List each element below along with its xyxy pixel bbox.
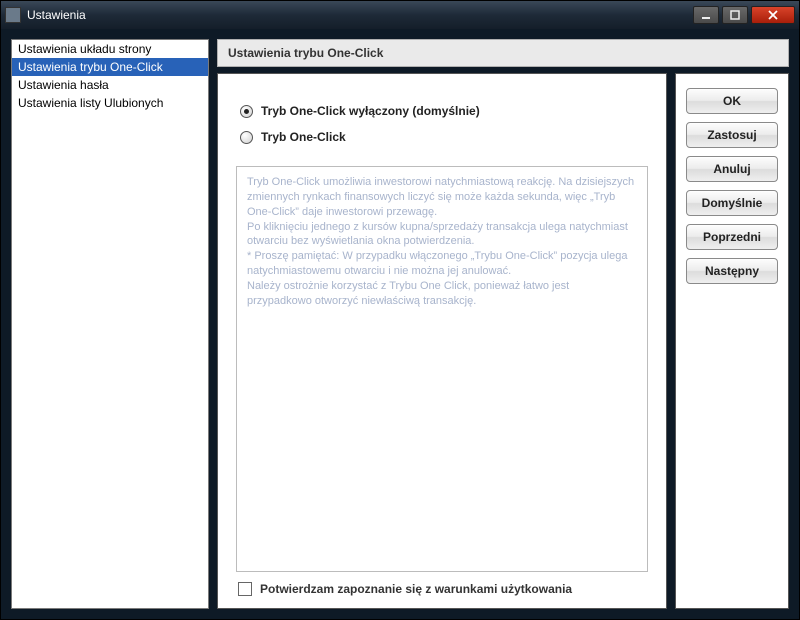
minimize-icon: [701, 10, 711, 20]
confirm-label: Potwierdzam zapoznanie się z warunkami u…: [260, 582, 572, 596]
ok-button[interactable]: OK: [686, 88, 778, 114]
content-heading: Ustawienia trybu One-Click: [217, 39, 789, 67]
minimize-button[interactable]: [693, 6, 719, 24]
default-button[interactable]: Domyślnie: [686, 190, 778, 216]
window-controls: [693, 6, 795, 24]
confirm-checkbox[interactable]: [238, 582, 252, 596]
titlebar: Ustawienia: [1, 1, 799, 29]
confirm-row: Potwierdzam zapoznanie się z warunkami u…: [236, 572, 648, 596]
radio-icon: [240, 131, 253, 144]
description-text: Tryb One-Click umożliwia inwestorowi nat…: [236, 166, 648, 572]
main-column: Ustawienia trybu One-Click Tryb One-Clic…: [217, 39, 789, 609]
radio-oneclick-on[interactable]: Tryb One-Click: [240, 124, 644, 150]
buttons-panel: OK Zastosuj Anuluj Domyślnie Poprzedni N…: [675, 73, 789, 609]
radio-icon: [240, 105, 253, 118]
sidebar-item-favorites[interactable]: Ustawienia listy Ulubionych: [12, 94, 208, 112]
oneclick-radio-group: Tryb One-Click wyłączony (domyślnie) Try…: [236, 92, 648, 166]
settings-window: Ustawienia Ustawienia układu strony Usta…: [0, 0, 800, 620]
window-title: Ustawienia: [27, 8, 693, 22]
prev-button[interactable]: Poprzedni: [686, 224, 778, 250]
window-body: Ustawienia układu strony Ustawienia tryb…: [1, 29, 799, 619]
sidebar-item-oneclick[interactable]: Ustawienia trybu One-Click: [12, 58, 208, 76]
content-row: Tryb One-Click wyłączony (domyślnie) Try…: [217, 73, 789, 609]
next-button[interactable]: Następny: [686, 258, 778, 284]
sidebar-item-layout[interactable]: Ustawienia układu strony: [12, 40, 208, 58]
close-icon: [767, 10, 779, 20]
radio-label-on: Tryb One-Click: [261, 130, 346, 144]
cancel-button[interactable]: Anuluj: [686, 156, 778, 182]
apply-button[interactable]: Zastosuj: [686, 122, 778, 148]
close-button[interactable]: [751, 6, 795, 24]
maximize-icon: [730, 10, 740, 20]
settings-sidebar: Ustawienia układu strony Ustawienia tryb…: [11, 39, 209, 609]
radio-label-off: Tryb One-Click wyłączony (domyślnie): [261, 104, 480, 118]
maximize-button[interactable]: [722, 6, 748, 24]
app-icon: [5, 7, 21, 23]
sidebar-item-password[interactable]: Ustawienia hasła: [12, 76, 208, 94]
content-panel: Tryb One-Click wyłączony (domyślnie) Try…: [217, 73, 667, 609]
radio-oneclick-off[interactable]: Tryb One-Click wyłączony (domyślnie): [240, 98, 644, 124]
